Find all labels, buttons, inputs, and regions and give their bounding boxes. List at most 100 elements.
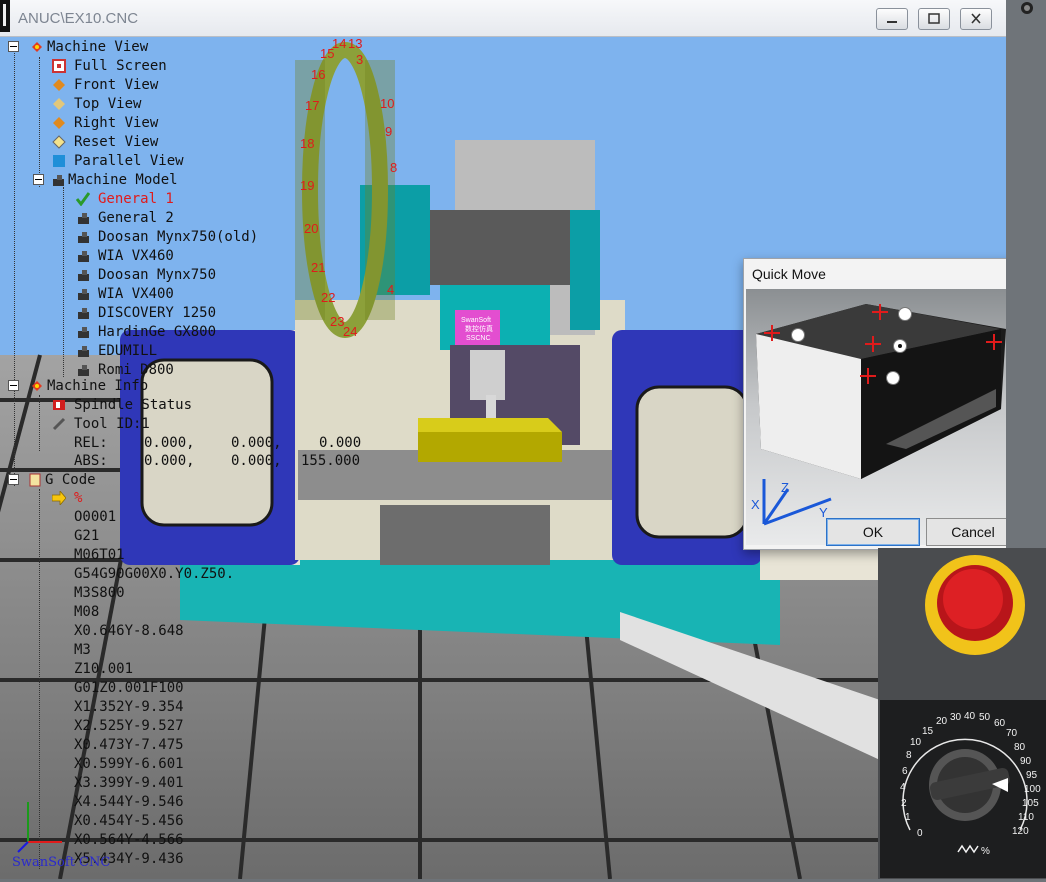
app-window: 14 13 15 16 17 18 19 20 21 22 23 24 9 10… bbox=[0, 0, 1006, 879]
tree-node-machine-view[interactable]: Machine View bbox=[8, 38, 148, 56]
quick-move-dialog: Quick Move ✕ X Y Z bbox=[743, 258, 1006, 550]
tree-view: Machine View Full Screen Front View Top … bbox=[0, 37, 361, 879]
gcode-current-line[interactable]: % bbox=[52, 489, 103, 507]
position-target-icon bbox=[872, 304, 888, 320]
top-view-icon bbox=[53, 98, 65, 110]
position-radio-left-top[interactable] bbox=[791, 328, 805, 342]
tree-item-spindle-status[interactable]: Spindle Status bbox=[52, 396, 192, 414]
tree-item-tool-id[interactable]: Tool ID:1 bbox=[52, 415, 150, 433]
position-radio-back-top[interactable] bbox=[898, 307, 912, 321]
ok-button[interactable]: OK bbox=[826, 518, 920, 546]
carousel-number: 10 bbox=[380, 96, 394, 111]
spindle-label: SwanSoft bbox=[461, 317, 491, 324]
dial-tick: 95 bbox=[1026, 770, 1038, 781]
checkmark-icon bbox=[76, 192, 90, 206]
tree-item-machine-model[interactable]: WIA VX460 bbox=[76, 247, 174, 265]
restore-icon bbox=[928, 13, 940, 24]
tree-item-parallel-view[interactable]: Parallel View bbox=[52, 152, 184, 170]
dial-tick: 30 bbox=[950, 712, 962, 723]
carousel-number: 21 bbox=[311, 260, 325, 275]
machine-model-icon bbox=[78, 308, 89, 319]
close-window-button[interactable] bbox=[960, 8, 992, 30]
carousel-number: 20 bbox=[304, 221, 318, 236]
dial-tick: 15 bbox=[922, 726, 934, 737]
dial-tick: 120 bbox=[1012, 826, 1029, 837]
collapse-toggle[interactable] bbox=[8, 474, 19, 485]
dial-tick: 60 bbox=[994, 718, 1006, 729]
collapse-toggle[interactable] bbox=[8, 380, 19, 391]
parallel-view-icon bbox=[53, 155, 65, 167]
machine-model-icon bbox=[53, 175, 64, 186]
dial-tick: 110 bbox=[1018, 812, 1034, 823]
tree-item-machine-model[interactable]: HardinGe GX800 bbox=[76, 323, 216, 341]
machine-model-icon bbox=[78, 346, 89, 357]
tree-node-g-code[interactable]: G Code bbox=[8, 471, 96, 489]
dial-tick: 90 bbox=[1020, 756, 1032, 767]
carousel-number: 13 bbox=[348, 37, 362, 51]
dial-tick: 105 bbox=[1022, 798, 1039, 809]
reset-view-icon bbox=[52, 135, 66, 149]
dial-tick: 0 bbox=[917, 828, 923, 839]
tree-item-machine-model[interactable]: Doosan Mynx750 bbox=[76, 266, 216, 284]
carousel-number: 17 bbox=[305, 98, 319, 113]
app-icon bbox=[0, 0, 10, 32]
machine-view-icon bbox=[32, 42, 42, 52]
carousel-number: 9 bbox=[385, 124, 392, 139]
quick-move-preview[interactable]: X Y Z bbox=[746, 289, 1006, 545]
carousel-number: 19 bbox=[300, 178, 314, 193]
position-radio-center-selected[interactable] bbox=[893, 339, 907, 353]
current-line-arrow-icon bbox=[52, 491, 66, 505]
tree-item-right-view[interactable]: Right View bbox=[52, 114, 158, 132]
tree-item-general-1-selected[interactable]: General 1 bbox=[76, 190, 174, 208]
machine-model-icon bbox=[78, 270, 89, 281]
tree-item-machine-model[interactable]: EDUMILL bbox=[76, 342, 157, 360]
tree-node-machine-info[interactable]: Machine Info bbox=[8, 377, 148, 395]
swansoft-logo: SwanSoft CNC bbox=[12, 855, 111, 870]
dial-tick: 4 bbox=[900, 782, 906, 793]
dial-tick: 1 bbox=[905, 812, 911, 823]
dial-unit: % bbox=[981, 846, 990, 857]
carousel-number: 16 bbox=[311, 67, 325, 82]
axis-gizmo-icon bbox=[17, 802, 62, 853]
position-target-icon bbox=[986, 334, 1002, 350]
dialog-title: Quick Move bbox=[752, 266, 826, 282]
title-bar: ANUC\EX10.CNC bbox=[0, 0, 1006, 37]
z-axis-label: Z bbox=[781, 480, 789, 495]
tree-item-full-screen[interactable]: Full Screen bbox=[52, 57, 167, 75]
spindle-label: 数控仿真 bbox=[465, 324, 493, 333]
position-target-icon bbox=[865, 336, 881, 352]
carousel-number: 4 bbox=[387, 282, 394, 297]
carousel-number: 3 bbox=[356, 52, 363, 67]
dial-tick: 20 bbox=[936, 716, 948, 727]
machine-model-icon bbox=[78, 365, 89, 376]
feed-override-dial-icon[interactable]: 0 1 2 4 6 8 10 15 20 30 40 50 60 70 80 9… bbox=[880, 700, 1046, 878]
dial-tick: 10 bbox=[910, 737, 922, 748]
tree-item-machine-model[interactable]: Doosan Mynx750(old) bbox=[76, 228, 258, 246]
position-target-icon bbox=[860, 368, 876, 384]
tree-item-machine-model[interactable]: DISCOVERY 1250 bbox=[76, 304, 216, 322]
minimize-icon bbox=[887, 21, 897, 23]
tree-item-front-view[interactable]: Front View bbox=[52, 76, 158, 94]
feed-override-panel: 0 1 2 4 6 8 10 15 20 30 40 50 60 70 80 9… bbox=[880, 700, 1046, 878]
full-screen-icon bbox=[52, 59, 66, 73]
x-axis-label: X bbox=[751, 497, 760, 512]
minimize-button[interactable] bbox=[876, 8, 908, 30]
tree-node-machine-model[interactable]: Machine Model bbox=[33, 171, 178, 189]
cancel-button[interactable]: Cancel bbox=[926, 518, 1006, 546]
carousel-number: 15 bbox=[320, 46, 334, 61]
carousel-number: 24 bbox=[343, 324, 357, 339]
close-icon bbox=[971, 13, 981, 24]
window-title: ANUC\EX10.CNC bbox=[18, 10, 139, 27]
position-target-icon bbox=[764, 325, 780, 341]
collapse-toggle[interactable] bbox=[33, 174, 44, 185]
collapse-toggle[interactable] bbox=[8, 41, 19, 52]
dial-tick: 2 bbox=[901, 798, 907, 809]
machine-info-icon bbox=[32, 381, 42, 391]
tree-item-machine-model[interactable]: General 2 bbox=[76, 209, 174, 227]
restore-button[interactable] bbox=[918, 8, 950, 30]
emergency-stop-icon[interactable] bbox=[923, 553, 1028, 658]
position-radio-front-top[interactable] bbox=[886, 371, 900, 385]
tree-item-machine-model[interactable]: WIA VX400 bbox=[76, 285, 174, 303]
tree-item-top-view[interactable]: Top View bbox=[52, 95, 141, 113]
tree-item-reset-view[interactable]: Reset View bbox=[52, 133, 158, 151]
